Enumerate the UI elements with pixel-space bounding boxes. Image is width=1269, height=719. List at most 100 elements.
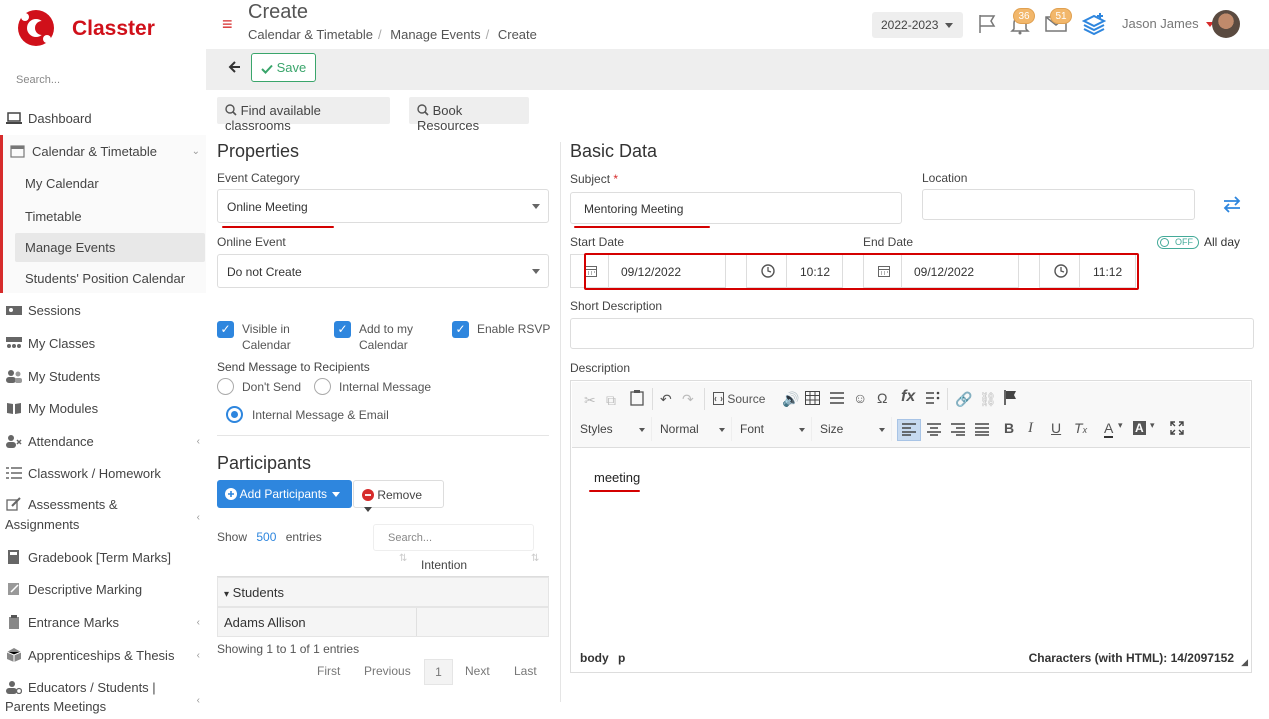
breadcrumb-item[interactable]: Manage Events [390, 27, 480, 42]
placeholder-list-icon[interactable] [926, 391, 940, 405]
sidebar-item-my-students[interactable]: My Students [0, 361, 206, 391]
book-resources-button[interactable]: Book Resources [409, 97, 529, 133]
sidebar-item-my-calendar[interactable]: My Calendar [0, 168, 206, 198]
styles-dropdown[interactable]: Styles [576, 417, 652, 441]
sidebar-item-calendar-timetable[interactable]: Calendar & Timetable ⌄ [0, 136, 206, 166]
swap-arrows-icon[interactable] [1222, 195, 1242, 213]
group-row-students[interactable]: ▾ Students [217, 577, 549, 607]
enable-rsvp-checkbox[interactable]: ✓ [452, 321, 469, 338]
horizontal-line-icon[interactable] [830, 391, 844, 405]
pager-last[interactable]: Last [514, 664, 537, 678]
maximize-icon[interactable] [1170, 421, 1184, 435]
format-dropdown[interactable]: Normal [656, 417, 732, 441]
event-category-select[interactable]: Online Meeting [217, 189, 549, 223]
participants-search-input[interactable]: Search... [373, 524, 534, 551]
background-color-icon[interactable]: A [1133, 421, 1146, 435]
pager-previous[interactable]: Previous [364, 664, 411, 678]
text-color-icon[interactable]: A [1104, 420, 1114, 438]
add-participants-button[interactable]: Add Participants [217, 480, 352, 508]
location-input[interactable] [922, 189, 1195, 220]
element-path-p[interactable]: p [618, 651, 625, 665]
smiley-icon[interactable]: ☺ [853, 390, 867, 406]
sidebar-item-apprenticeships[interactable]: Apprenticeships & Thesis ‹ [0, 640, 206, 670]
sidebar-item-manage-events[interactable]: Manage Events [15, 233, 205, 262]
rich-text-editor: ✂ ⧉ ↶ ↷ Source 🔊 ☺ Ω fx 🔗 ⛓ Styles Norma… [570, 380, 1252, 673]
breadcrumb-item[interactable]: Calendar & Timetable [248, 27, 373, 42]
classter-logo-icon[interactable] [16, 8, 56, 48]
sidebar-item-students-position-calendar[interactable]: Students' Position Calendar [0, 263, 206, 293]
sidebar-item-attendance[interactable]: Attendance ‹ [0, 426, 206, 456]
editor-content[interactable]: meeting [594, 470, 640, 485]
sidebar-item-entrance-marks[interactable]: Entrance Marks ‹ [0, 607, 206, 637]
sidebar-item-sessions[interactable]: Sessions [0, 295, 206, 325]
copy-icon[interactable]: ⧉ [606, 392, 616, 409]
element-path-body[interactable]: body [580, 651, 609, 665]
sidebar-item-label: Parents Meetings [5, 699, 107, 714]
size-dropdown[interactable]: Size [816, 417, 892, 441]
sidebar-item-dashboard[interactable]: Dashboard [0, 103, 206, 133]
internal-message-email-radio[interactable] [226, 406, 243, 423]
flag-icon[interactable] [976, 13, 998, 35]
back-arrow-icon[interactable] [228, 59, 242, 75]
short-description-input[interactable] [570, 318, 1254, 349]
user-menu[interactable]: Jason James [1122, 16, 1215, 31]
required-mark: * [613, 172, 619, 186]
italic-icon[interactable]: I [1028, 420, 1033, 437]
pager-page[interactable]: 1 [424, 659, 453, 685]
paste-icon[interactable] [630, 390, 644, 406]
sidebar-item-descriptive-marking[interactable]: Descriptive Marking [0, 574, 206, 604]
layers-add-icon[interactable] [1082, 12, 1106, 36]
redo-icon[interactable]: ↷ [682, 391, 694, 408]
table-icon[interactable] [805, 391, 820, 405]
anchor-flag-icon[interactable] [1004, 390, 1017, 405]
speaker-icon[interactable]: 🔊 [782, 391, 799, 408]
visible-in-calendar-checkbox[interactable]: ✓ [217, 321, 234, 338]
end-date-label: End Date [863, 235, 914, 249]
find-classrooms-button[interactable]: Find available classrooms [217, 97, 390, 133]
entries-count-select[interactable]: 500 [256, 530, 276, 544]
save-button[interactable]: Save [251, 53, 316, 82]
academic-year-select[interactable]: 2022-2023 [872, 12, 963, 38]
column-header-intention[interactable]: Intention [421, 558, 467, 572]
hamburger-menu-icon[interactable]: ≡ [222, 14, 233, 35]
avatar[interactable] [1212, 10, 1240, 38]
add-to-my-calendar-checkbox[interactable]: ✓ [334, 321, 351, 338]
brand-name[interactable]: Classter [72, 17, 155, 41]
source-button[interactable]: Source [713, 392, 765, 406]
font-dropdown[interactable]: Font [736, 417, 812, 441]
sidebar-item-my-classes[interactable]: My Classes [0, 328, 206, 358]
table-row[interactable]: Adams Allison [217, 607, 549, 637]
online-event-select[interactable]: Do not Create [217, 254, 549, 288]
underline-icon[interactable]: U [1051, 420, 1061, 436]
sidebar-search-input[interactable]: Search... [16, 74, 60, 86]
remove-button[interactable]: Remove [353, 480, 444, 513]
undo-icon[interactable]: ↶ [660, 391, 672, 408]
all-day-toggle[interactable]: OFF [1157, 236, 1199, 249]
chevron-left-icon: ‹ [196, 512, 200, 523]
pager-first[interactable]: First [317, 664, 340, 678]
subject-input[interactable]: Mentoring Meeting [570, 192, 902, 224]
formula-icon[interactable]: fx [901, 388, 915, 406]
sidebar-item-my-modules[interactable]: My Modules [0, 393, 206, 423]
caret-down-icon[interactable]: ▾ [1118, 420, 1123, 431]
sidebar-item-timetable[interactable]: Timetable [0, 201, 206, 231]
omega-icon[interactable]: Ω [877, 390, 887, 406]
clear-format-icon[interactable]: Tx [1074, 420, 1087, 436]
internal-message-radio[interactable] [314, 378, 331, 395]
dont-send-radio[interactable] [217, 378, 234, 395]
align-center-icon[interactable] [927, 422, 941, 436]
align-right-icon[interactable] [951, 422, 965, 436]
caret-down-icon[interactable]: ▾ [1150, 420, 1155, 431]
sort-icon[interactable]: ⇅ [531, 553, 539, 564]
bold-icon[interactable]: B [1004, 420, 1014, 436]
pager-next[interactable]: Next [465, 664, 490, 678]
unlink-icon[interactable]: ⛓ [979, 391, 997, 408]
resize-handle-icon[interactable]: ◢ [1241, 657, 1248, 668]
align-justify-icon[interactable] [975, 422, 989, 436]
online-event-label: Online Event [217, 235, 286, 249]
link-icon[interactable]: 🔗 [955, 391, 972, 408]
sidebar-item-classwork-homework[interactable]: Classwork / Homework [0, 458, 206, 488]
sidebar-item-gradebook[interactable]: Gradebook [Term Marks] [0, 542, 206, 572]
cut-icon[interactable]: ✂ [584, 392, 596, 409]
sort-icon[interactable]: ⇅ [399, 553, 407, 564]
